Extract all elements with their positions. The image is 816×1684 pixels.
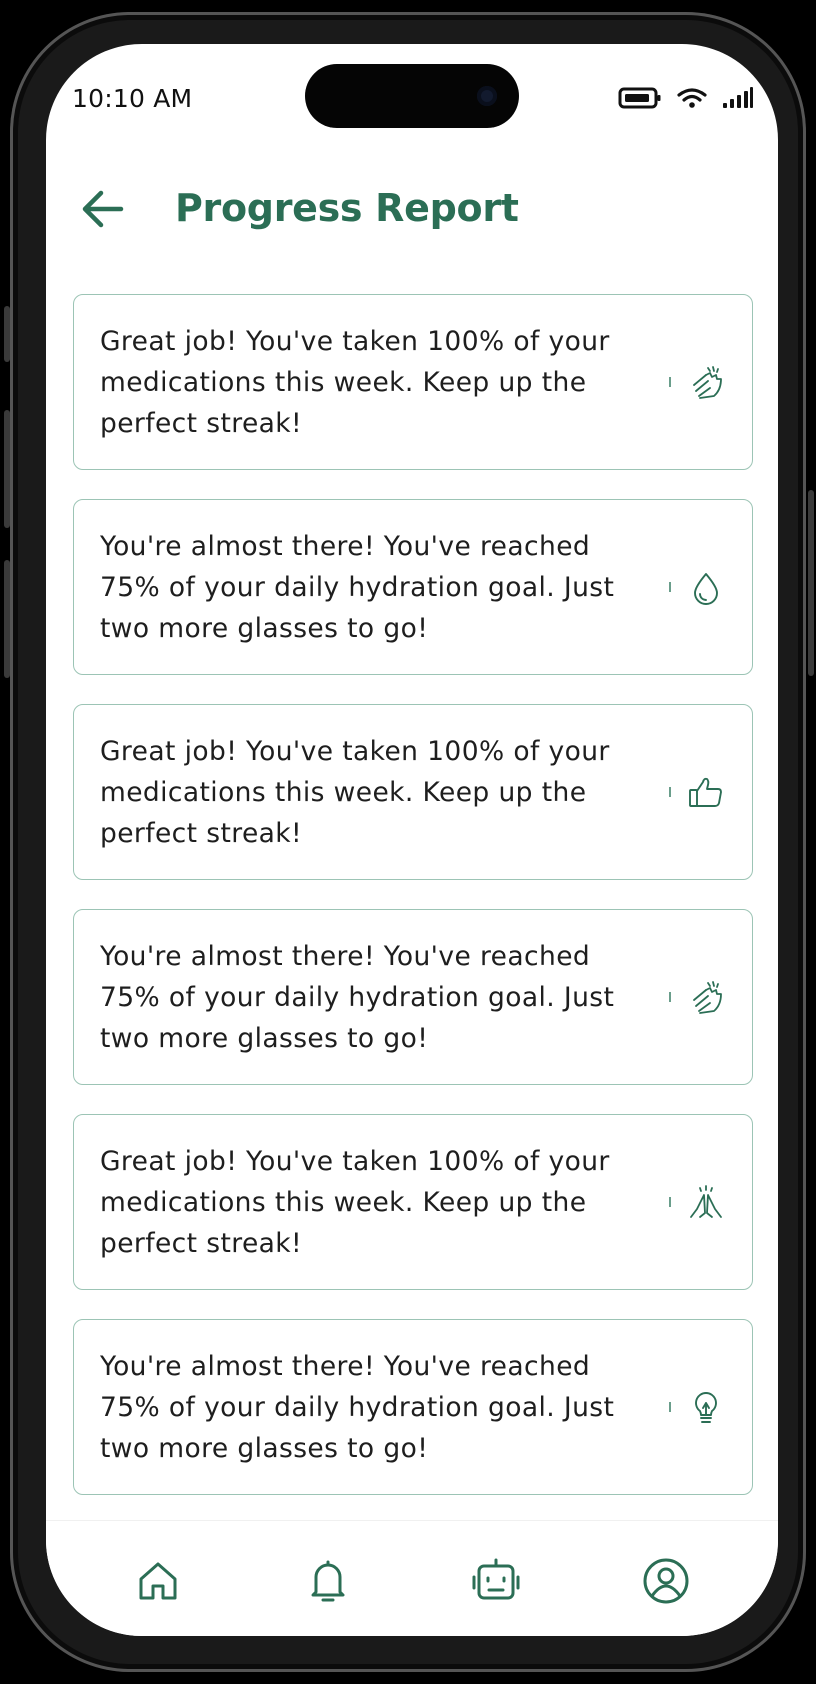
nav-profile[interactable] (636, 1551, 696, 1611)
card-message: You're almost there! You've reached 75% … (100, 1351, 615, 1464)
back-button[interactable] (78, 184, 128, 234)
card-message: Great job! You've taken 100% of your med… (100, 1146, 610, 1259)
dynamic-island (305, 64, 519, 128)
praying-hands-icon (690, 1185, 722, 1218)
power-button (808, 490, 814, 676)
nav-notifications[interactable] (298, 1551, 358, 1611)
wifi-icon (676, 86, 708, 114)
nav-home[interactable] (128, 1551, 188, 1611)
status-icons (618, 86, 754, 114)
water-drop-icon (694, 573, 718, 605)
status-time: 10:10 AM (72, 84, 193, 113)
card-divider (669, 787, 671, 797)
bottom-nav (46, 1520, 778, 1636)
clapping-hands-icon (693, 366, 722, 399)
progress-card[interactable]: Great job! You've taken 100% of your med… (73, 294, 753, 470)
nav-assistant[interactable] (466, 1551, 526, 1611)
card-divider (669, 1197, 671, 1207)
signal-icon (722, 86, 754, 114)
camera-icon (477, 86, 497, 106)
volume-up-button (4, 410, 10, 528)
card-divider (669, 992, 671, 1002)
progress-card-list: Great job! You've taken 100% of your med… (73, 294, 753, 1524)
lightbulb-icon (695, 1392, 717, 1423)
progress-card[interactable]: Great job! You've taken 100% of your med… (73, 1114, 753, 1290)
clapping-hands-icon (693, 981, 722, 1014)
battery-icon (618, 86, 662, 114)
volume-down-button (4, 560, 10, 678)
home-icon (139, 1562, 177, 1600)
card-message: Great job! You've taken 100% of your med… (100, 736, 610, 849)
profile-icon (643, 1558, 689, 1604)
progress-card[interactable]: You're almost there! You've reached 75% … (73, 499, 753, 675)
page-title: Progress Report (175, 186, 519, 230)
card-divider (669, 377, 671, 387)
screen: 10:10 AM Progress Report Great job! You'… (46, 44, 778, 1636)
robot-icon (472, 1558, 520, 1600)
card-divider (669, 582, 671, 592)
thumbs-up-icon (689, 777, 722, 807)
progress-card[interactable]: You're almost there! You've reached 75% … (73, 909, 753, 1085)
card-divider (669, 1402, 671, 1412)
bell-icon (311, 1560, 345, 1602)
header: Progress Report (46, 176, 778, 246)
progress-card[interactable]: Great job! You've taken 100% of your med… (73, 704, 753, 880)
card-message: You're almost there! You've reached 75% … (100, 941, 615, 1054)
silent-switch (4, 306, 10, 362)
progress-card[interactable]: You're almost there! You've reached 75% … (73, 1319, 753, 1495)
card-message: You're almost there! You've reached 75% … (100, 531, 615, 644)
arrow-left-icon (82, 190, 124, 228)
card-message: Great job! You've taken 100% of your med… (100, 326, 610, 439)
